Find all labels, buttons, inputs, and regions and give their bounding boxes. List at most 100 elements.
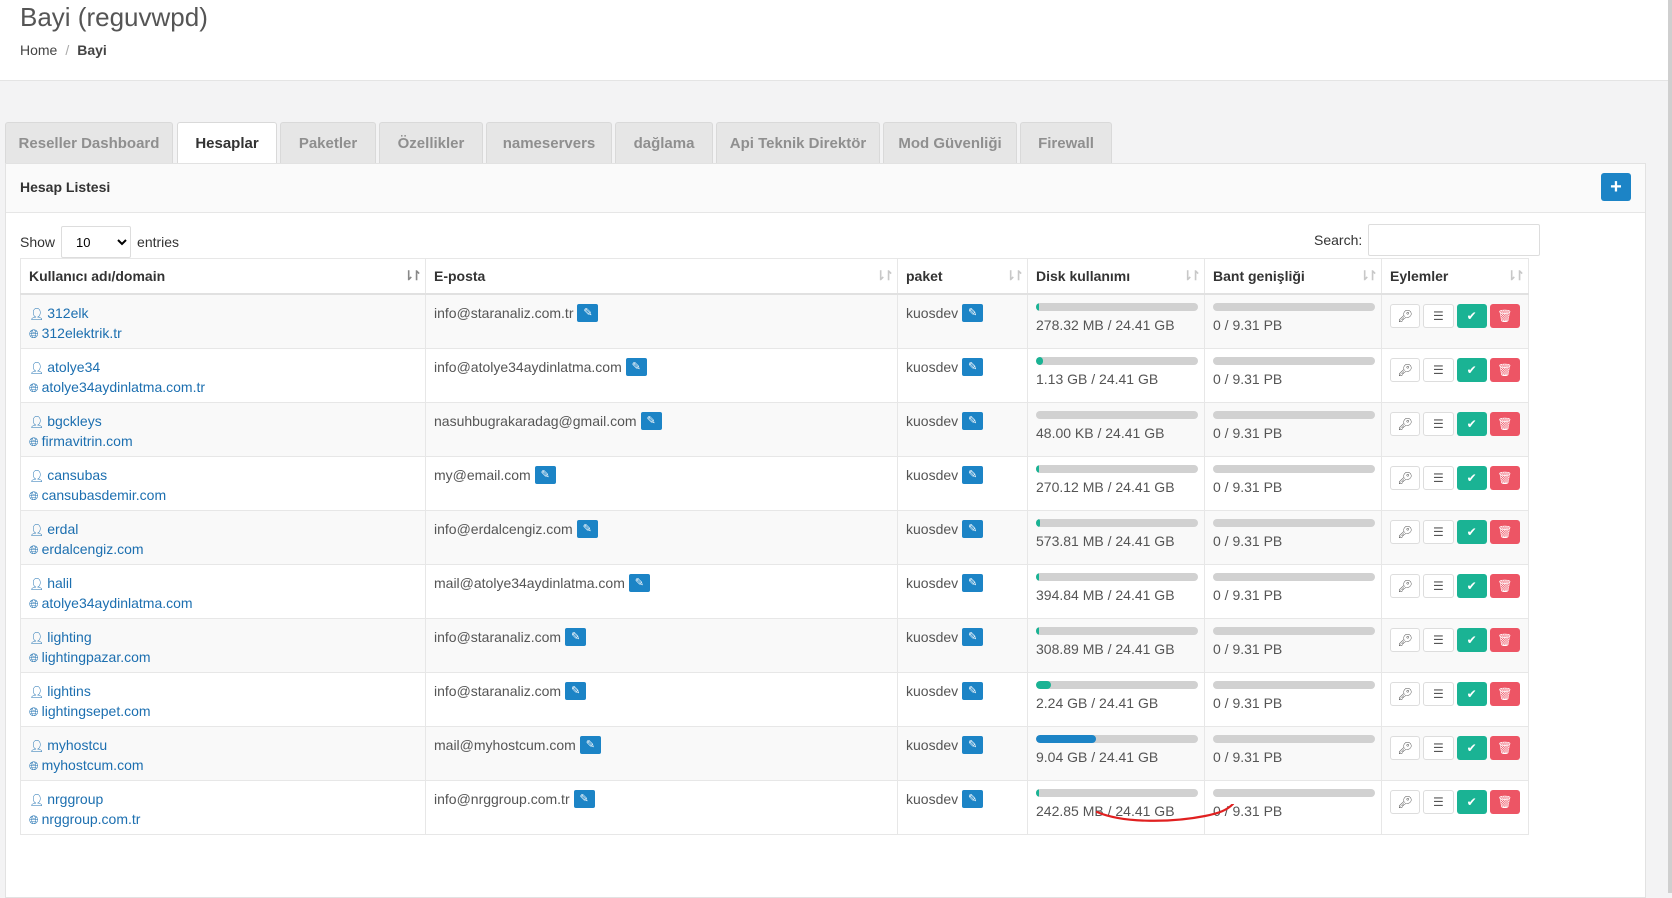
username-link[interactable]: myhostcu xyxy=(47,737,107,753)
database-button[interactable]: ☰ xyxy=(1423,682,1454,706)
activate-button[interactable]: ✔ xyxy=(1456,574,1487,598)
activate-button[interactable]: ✔ xyxy=(1456,358,1487,382)
database-button[interactable]: ☰ xyxy=(1423,736,1454,760)
login-button[interactable]: 🔑︎ xyxy=(1390,736,1421,760)
page-scrollbar[interactable] xyxy=(1668,0,1672,893)
breadcrumb-home-link[interactable]: Home xyxy=(20,42,57,58)
domain-link[interactable]: cansubasdemir.com xyxy=(42,487,167,503)
col-header-user[interactable]: Kullanıcı adı/domain ⇂↾ xyxy=(20,258,426,295)
username-link[interactable]: 312elk xyxy=(47,305,88,321)
activate-button[interactable]: ✔ xyxy=(1456,736,1487,760)
edit-package-button[interactable]: ✎ xyxy=(962,574,984,592)
login-button[interactable]: 🔑︎ xyxy=(1390,466,1421,490)
domain-link[interactable]: lightingpazar.com xyxy=(42,649,151,665)
delete-button[interactable]: 🗑︎ xyxy=(1489,304,1520,328)
database-button[interactable]: ☰ xyxy=(1423,466,1454,490)
tab-nameservers[interactable]: nameservers xyxy=(486,122,612,163)
database-button[interactable]: ☰ xyxy=(1423,304,1454,328)
edit-email-button[interactable]: ✎ xyxy=(625,358,647,376)
domain-link[interactable]: nrggroup.com.tr xyxy=(42,811,141,827)
edit-email-button[interactable]: ✎ xyxy=(577,304,599,322)
edit-email-button[interactable]: ✎ xyxy=(628,574,650,592)
activate-button[interactable]: ✔ xyxy=(1456,520,1487,544)
login-button[interactable]: 🔑︎ xyxy=(1390,412,1421,436)
col-header-package[interactable]: paket ⇂↾ xyxy=(897,258,1028,295)
login-button[interactable]: 🔑︎ xyxy=(1390,790,1421,814)
edit-email-button[interactable]: ✎ xyxy=(565,682,587,700)
tab-reseller-dashboard[interactable]: Reseller Dashboard xyxy=(5,122,173,163)
edit-package-button[interactable]: ✎ xyxy=(962,520,984,538)
domain-link[interactable]: myhostcum.com xyxy=(42,757,144,773)
edit-email-button[interactable]: ✎ xyxy=(565,628,587,646)
edit-email-button[interactable]: ✎ xyxy=(573,790,595,808)
tab-paketler[interactable]: Paketler xyxy=(280,122,376,163)
username-link[interactable]: lighting xyxy=(47,629,91,645)
edit-email-button[interactable]: ✎ xyxy=(640,412,662,430)
delete-button[interactable]: 🗑︎ xyxy=(1489,466,1520,490)
delete-button[interactable]: 🗑︎ xyxy=(1489,412,1520,436)
edit-email-button[interactable]: ✎ xyxy=(576,520,598,538)
delete-button[interactable]: 🗑︎ xyxy=(1489,358,1520,382)
login-button[interactable]: 🔑︎ xyxy=(1390,574,1421,598)
activate-button[interactable]: ✔ xyxy=(1456,682,1487,706)
delete-button[interactable]: 🗑︎ xyxy=(1489,682,1520,706)
edit-package-button[interactable]: ✎ xyxy=(962,736,984,754)
domain-link[interactable]: lightingsepet.com xyxy=(42,703,151,719)
edit-package-button[interactable]: ✎ xyxy=(962,790,984,808)
tab-daglama[interactable]: dağlama xyxy=(615,122,713,163)
username-link[interactable]: atolye34 xyxy=(47,359,100,375)
username-link[interactable]: erdal xyxy=(47,521,78,537)
database-button[interactable]: ☰ xyxy=(1423,358,1454,382)
database-button[interactable]: ☰ xyxy=(1423,412,1454,436)
edit-email-button[interactable]: ✎ xyxy=(579,736,601,754)
tab-ozellikler[interactable]: Özellikler xyxy=(379,122,483,163)
page-length-select[interactable]: 10 xyxy=(61,226,132,258)
delete-button[interactable]: 🗑︎ xyxy=(1489,736,1520,760)
search-input[interactable] xyxy=(1368,224,1541,256)
username-link[interactable]: nrggroup xyxy=(47,791,103,807)
tab-hesaplar[interactable]: Hesaplar xyxy=(177,122,277,164)
database-button[interactable]: ☰ xyxy=(1423,628,1454,652)
username-link[interactable]: cansubas xyxy=(47,467,107,483)
database-button[interactable]: ☰ xyxy=(1423,574,1454,598)
delete-button[interactable]: 🗑︎ xyxy=(1489,790,1520,814)
tab-firewall[interactable]: Firewall xyxy=(1020,122,1112,163)
login-button[interactable]: 🔑︎ xyxy=(1390,520,1421,544)
edit-package-button[interactable]: ✎ xyxy=(962,304,984,322)
database-button[interactable]: ☰ xyxy=(1423,520,1454,544)
username-link[interactable]: halil xyxy=(47,575,72,591)
activate-button[interactable]: ✔ xyxy=(1456,790,1487,814)
login-button[interactable]: 🔑︎ xyxy=(1390,358,1421,382)
col-header-disk[interactable]: Disk kullanımı ⇂↾ xyxy=(1027,258,1205,295)
col-header-actions[interactable]: Eylemler ⇂↾ xyxy=(1381,258,1529,295)
delete-button[interactable]: 🗑︎ xyxy=(1489,574,1520,598)
activate-button[interactable]: ✔ xyxy=(1456,628,1487,652)
delete-button[interactable]: 🗑︎ xyxy=(1489,520,1520,544)
edit-package-button[interactable]: ✎ xyxy=(962,682,984,700)
edit-package-button[interactable]: ✎ xyxy=(962,466,984,484)
activate-button[interactable]: ✔ xyxy=(1456,412,1487,436)
login-button[interactable]: 🔑︎ xyxy=(1390,304,1421,328)
col-header-email[interactable]: E-posta ⇂↾ xyxy=(425,258,898,295)
edit-package-button[interactable]: ✎ xyxy=(962,628,984,646)
activate-button[interactable]: ✔ xyxy=(1456,466,1487,490)
delete-button[interactable]: 🗑︎ xyxy=(1489,628,1520,652)
username-link[interactable]: lightins xyxy=(47,683,91,699)
domain-link[interactable]: atolye34aydinlatma.com.tr xyxy=(42,379,205,395)
tab-mod-guvenligi[interactable]: Mod Güvenliği xyxy=(883,122,1017,163)
domain-link[interactable]: 312elektrik.tr xyxy=(42,325,122,341)
tab-api-teknik-direktor[interactable]: Api Teknik Direktör xyxy=(716,122,880,163)
edit-email-button[interactable]: ✎ xyxy=(534,466,556,484)
domain-link[interactable]: atolye34aydinlatma.com xyxy=(42,595,193,611)
col-header-bandwidth[interactable]: Bant genişliği ⇂↾ xyxy=(1204,258,1382,295)
edit-package-button[interactable]: ✎ xyxy=(962,358,984,376)
domain-link[interactable]: firmavitrin.com xyxy=(42,433,133,449)
login-button[interactable]: 🔑︎ xyxy=(1390,628,1421,652)
edit-package-button[interactable]: ✎ xyxy=(962,412,984,430)
login-button[interactable]: 🔑︎ xyxy=(1390,682,1421,706)
username-link[interactable]: bgckleys xyxy=(47,413,101,429)
activate-button[interactable]: ✔ xyxy=(1456,304,1487,328)
database-button[interactable]: ☰ xyxy=(1423,790,1454,814)
add-account-button[interactable]: + xyxy=(1601,173,1631,201)
domain-link[interactable]: erdalcengiz.com xyxy=(42,541,144,557)
